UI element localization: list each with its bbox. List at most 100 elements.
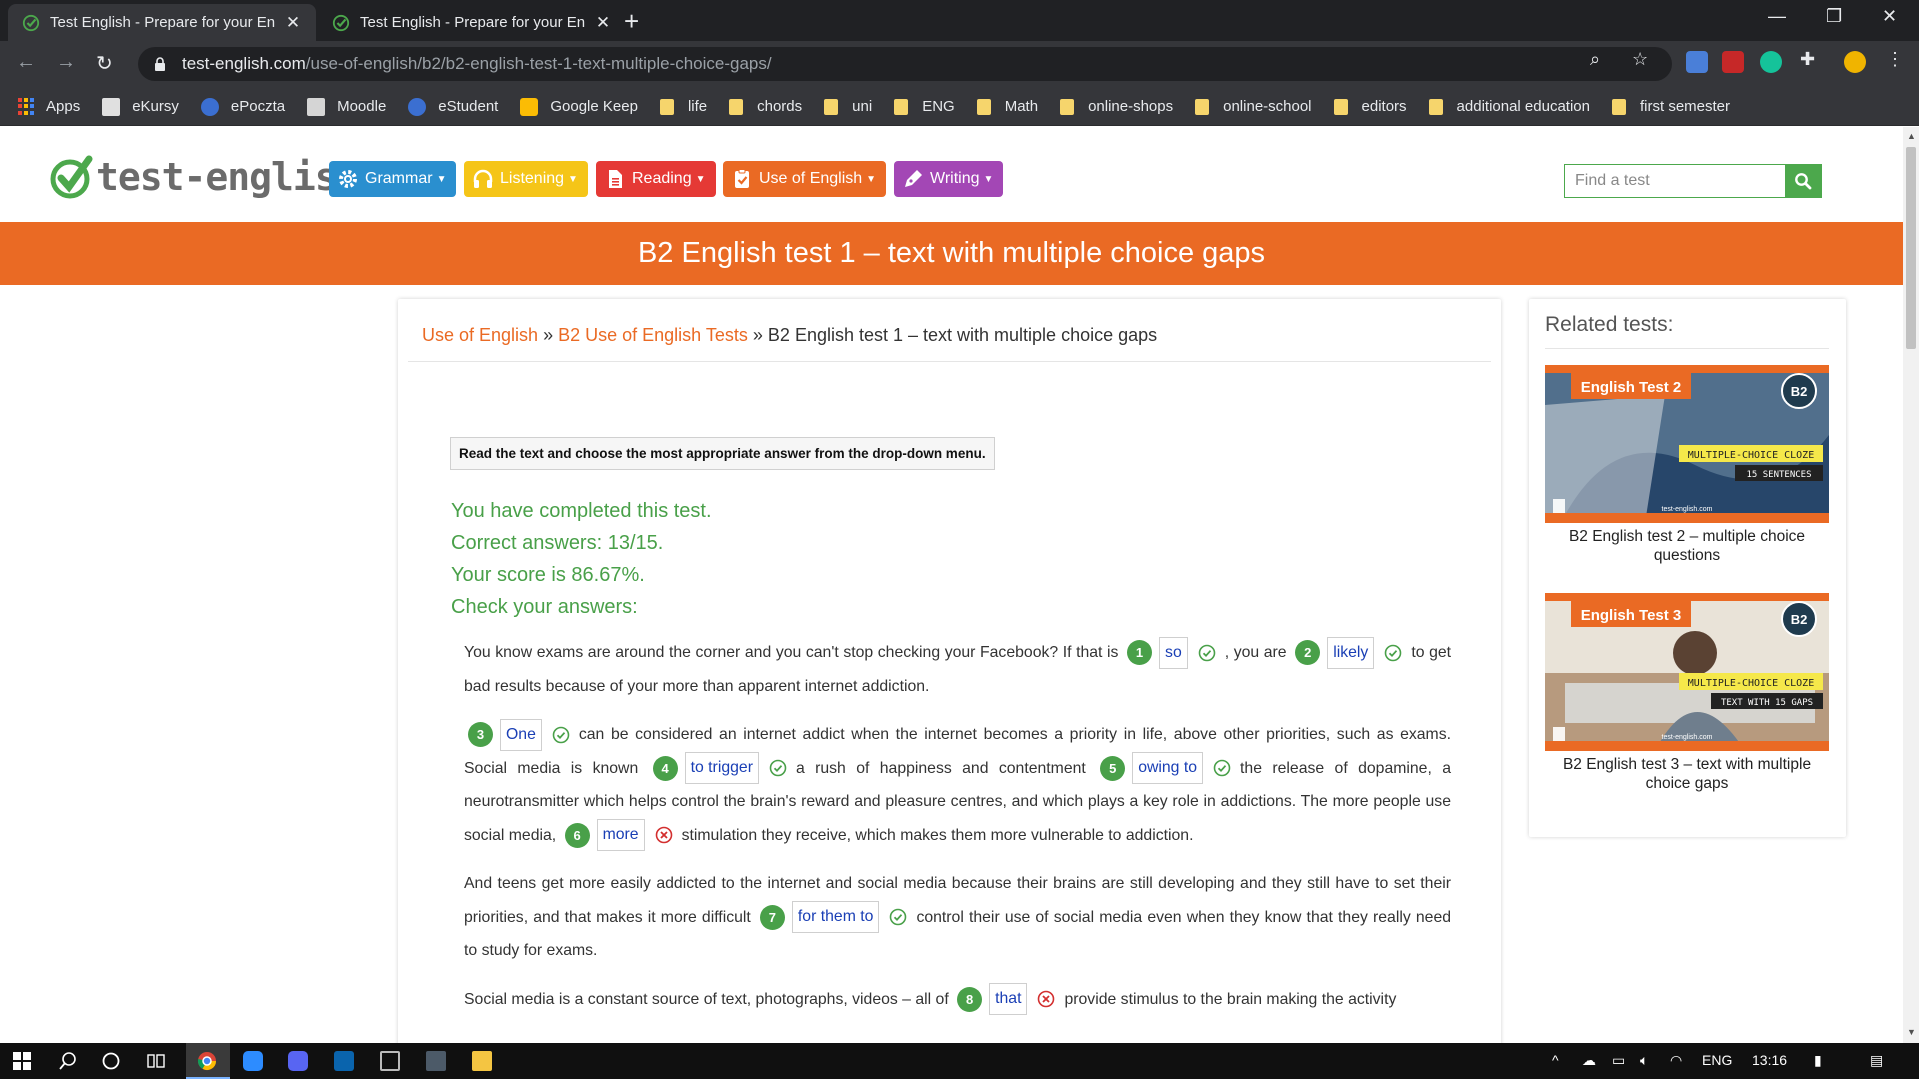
bookmark-folder-first-semester[interactable]: first semester (1612, 98, 1730, 115)
tab-close-icon[interactable]: ✕ (284, 13, 302, 33)
bookmark-folder-math[interactable]: Math (976, 98, 1038, 115)
bookmark-folder-eng[interactable]: ENG (894, 98, 955, 115)
thumbnail-image: English Test 3 B2 MULTIPLE-CHOICE CLOZE … (1545, 593, 1829, 751)
related-test-caption[interactable]: B2 English test 2 – multiple choice ques… (1545, 527, 1829, 565)
cloud-icon[interactable]: ☁ (1582, 1052, 1596, 1069)
answer-select[interactable]: to trigger (684, 752, 759, 785)
breadcrumb-link-b2-tests[interactable]: B2 Use of English Tests (558, 325, 748, 345)
meet-now-icon[interactable]: ▮ (1814, 1052, 1822, 1069)
chrome-icon[interactable] (197, 1051, 217, 1071)
profile-avatar[interactable] (1844, 51, 1866, 73)
divider (1545, 348, 1829, 349)
search-button[interactable] (1785, 165, 1821, 197)
minimize-icon[interactable]: — (1768, 6, 1786, 27)
browser-tab-inactive[interactable]: Test English - Prepare for your En ✕ (318, 4, 626, 41)
bookmark-epoczta[interactable]: ePoczta (200, 97, 285, 116)
answer-select[interactable]: so (1159, 636, 1188, 669)
menu-reading-button[interactable]: Reading ▼ (596, 161, 716, 197)
page-title-banner: B2 English test 1 – text with multiple c… (0, 222, 1903, 285)
discord-icon[interactable] (288, 1051, 308, 1071)
search-input[interactable] (1565, 165, 1785, 197)
tab-close-icon[interactable]: ✕ (594, 13, 612, 33)
bookmark-folder-online-school[interactable]: online-school (1195, 98, 1312, 115)
gap-number: 2 (1295, 640, 1321, 666)
related-test-thumbnail[interactable]: English Test 3 B2 MULTIPLE-CHOICE CLOZE … (1545, 593, 1829, 751)
forward-icon[interactable]: → (56, 51, 76, 74)
bookmark-folder-life[interactable]: life (659, 98, 707, 115)
google-keep-icon (520, 97, 539, 116)
related-test-card[interactable]: English Test 3 B2 MULTIPLE-CHOICE CLOZE … (1545, 593, 1829, 793)
menu-kebab-icon[interactable]: ⋮ (1886, 49, 1904, 70)
scroll-up-arrow-icon[interactable]: ▲ (1907, 131, 1916, 141)
new-tab-icon[interactable]: + (624, 8, 639, 34)
related-tests-sidebar: Related tests: English Test 2 B2 MULTIPL… (1529, 299, 1846, 837)
menu-writing-button[interactable]: Writing ▼ (894, 161, 1004, 197)
clock[interactable]: 13:16 (1752, 1052, 1787, 1068)
restore-icon[interactable]: ❐ (1826, 6, 1842, 27)
reload-icon[interactable]: ↻ (96, 51, 113, 76)
web-page: test-english Grammar ▼ Listening ▼ Reading… (0, 127, 1903, 1043)
wifi-icon[interactable]: ◠ (1670, 1052, 1682, 1069)
bookmark-folder-online-shops[interactable]: online-shops (1060, 98, 1173, 115)
bookmark-folder-chords[interactable]: chords (729, 98, 802, 115)
result-score: Your score is 86.67%. (451, 564, 645, 586)
close-window-icon[interactable]: ✕ (1882, 6, 1897, 27)
mail-icon[interactable] (334, 1051, 354, 1071)
windows-start-icon[interactable] (12, 1051, 32, 1071)
notifications-icon[interactable]: ▤ (1870, 1052, 1883, 1069)
page-scrollbar[interactable]: ▲ ▼ (1903, 127, 1919, 1043)
adblock-extension-icon[interactable] (1722, 51, 1744, 73)
scrollbar-thumb[interactable] (1906, 147, 1916, 349)
result-check: Check your answers: (451, 596, 638, 618)
answer-select[interactable]: One (500, 718, 542, 751)
bookmark-moodle[interactable]: Moodle (307, 97, 386, 116)
answer-select[interactable]: owing to (1132, 752, 1204, 785)
bookmark-folder-uni[interactable]: uni (824, 98, 872, 115)
menu-listening-button[interactable]: Listening ▼ (464, 161, 588, 197)
passage-paragraph: 3 One can be considered an internet addict… (464, 718, 1451, 852)
volume-icon[interactable]: 🔈︎ (1640, 1052, 1648, 1069)
file-explorer-icon[interactable] (472, 1051, 492, 1071)
zoom-icon[interactable]: ⌕ (1590, 49, 1600, 70)
breadcrumb-link-use-of-english[interactable]: Use of English (422, 325, 538, 345)
thumbnail-title: English Test 2 (1581, 379, 1682, 396)
related-test-thumbnail[interactable]: English Test 2 B2 MULTIPLE-CHOICE CLOZE … (1545, 365, 1829, 523)
related-test-card[interactable]: English Test 2 B2 MULTIPLE-CHOICE CLOZE … (1545, 365, 1829, 565)
bookmark-google-keep[interactable]: Google Keep (520, 97, 638, 116)
back-icon[interactable]: ← (16, 51, 36, 74)
language-indicator[interactable]: ENG (1702, 1052, 1732, 1068)
bookmark-estudent[interactable]: eStudent (408, 97, 498, 116)
scroll-down-arrow-icon[interactable]: ▼ (1907, 1027, 1916, 1037)
task-view-icon[interactable] (146, 1051, 166, 1071)
bookmark-apps[interactable]: Apps (18, 97, 80, 116)
answer-select[interactable]: that (989, 983, 1028, 1016)
bookmark-ekursy[interactable]: eKursy (102, 97, 179, 116)
extensions-puzzle-icon[interactable]: ✚ (1800, 49, 1815, 70)
site-logo[interactable]: test-english (50, 155, 360, 199)
divider (408, 361, 1491, 362)
menu-grammar-button[interactable]: Grammar ▼ (329, 161, 457, 197)
translate-extension-icon[interactable] (1686, 51, 1708, 73)
related-test-caption[interactable]: B2 English test 3 – text with multiple c… (1545, 755, 1829, 793)
bookmark-folder-additional-education[interactable]: additional education (1428, 98, 1590, 115)
gap-number: 4 (652, 755, 678, 781)
answer-select[interactable]: for them to (791, 901, 880, 934)
answer-select[interactable]: more (596, 819, 645, 852)
zoom-app-icon[interactable] (243, 1051, 263, 1071)
search-icon[interactable] (58, 1051, 78, 1071)
show-hidden-icons-icon[interactable]: ^ (1552, 1052, 1559, 1068)
bookmark-folder-editors[interactable]: editors (1333, 98, 1407, 115)
calculator-icon[interactable] (426, 1051, 446, 1071)
bookmark-star-icon[interactable]: ☆ (1632, 49, 1648, 70)
correct-check-icon (890, 909, 907, 926)
grammarly-extension-icon[interactable] (1760, 51, 1782, 73)
window-app-icon[interactable] (380, 1051, 400, 1071)
browser-tab-active[interactable]: Test English - Prepare for your En ✕ (8, 4, 316, 41)
caret-down-icon: ▼ (695, 173, 706, 185)
battery-icon[interactable]: ▭ (1612, 1052, 1625, 1069)
gap-number: 8 (957, 986, 983, 1012)
address-bar[interactable]: test-english.com /use-of-english/b2/b2-e… (138, 47, 1672, 81)
menu-use-of-english-button[interactable]: Use of English ▼ (723, 161, 887, 197)
cortana-icon[interactable] (101, 1051, 121, 1071)
answer-select[interactable]: likely (1327, 636, 1375, 669)
